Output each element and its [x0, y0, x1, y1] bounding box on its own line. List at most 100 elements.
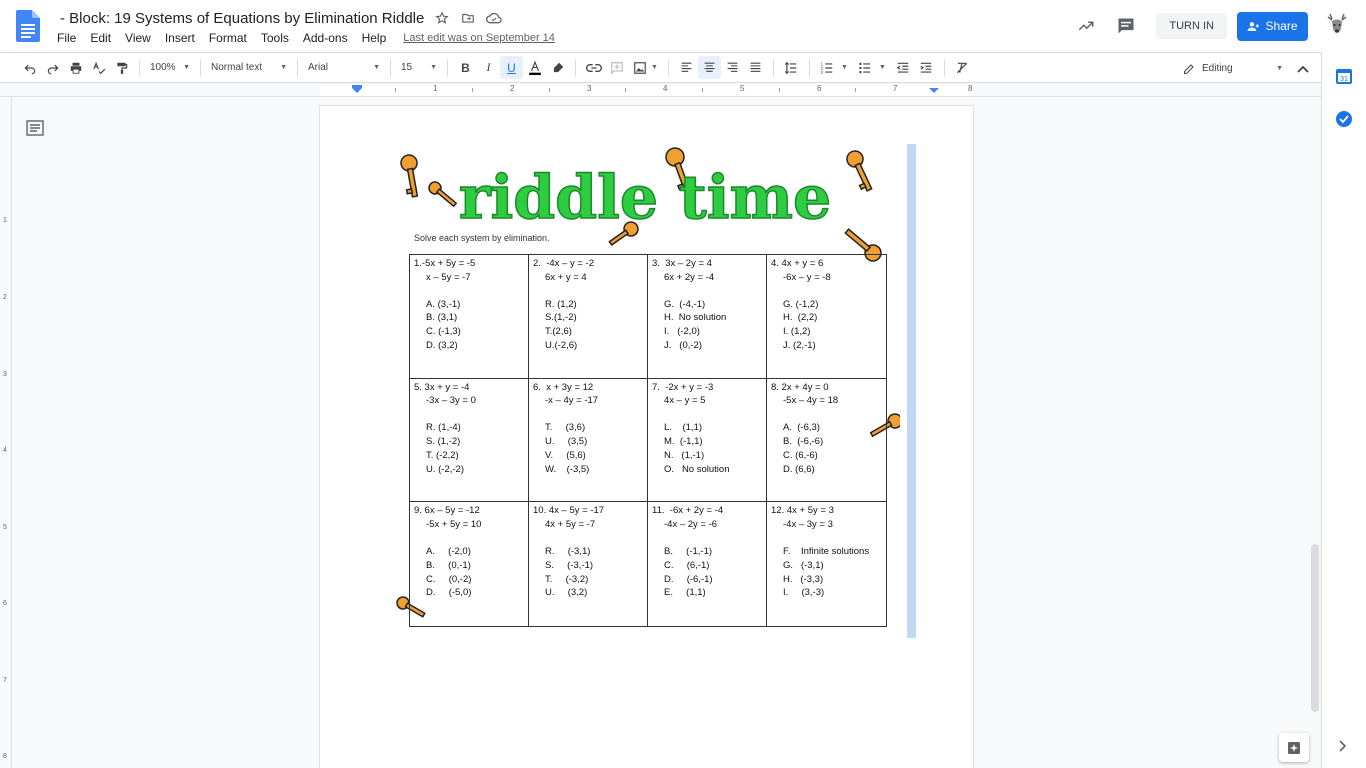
expand-side-panel-icon[interactable]: [1336, 737, 1350, 755]
print-icon[interactable]: [64, 56, 87, 79]
explore-icon: [1288, 741, 1300, 754]
bulleted-list-caret[interactable]: ▼: [879, 64, 886, 71]
document-outline-icon[interactable]: [26, 119, 44, 137]
menu-addons[interactable]: Add-ons: [296, 31, 355, 45]
menu-file[interactable]: File: [50, 31, 83, 45]
align-right-icon[interactable]: [721, 56, 744, 79]
answer-option: H. (-3,3): [783, 573, 824, 585]
zoom-select[interactable]: 100% ▼: [146, 56, 194, 79]
increase-indent-icon[interactable]: [915, 56, 938, 79]
menu-format[interactable]: Format: [202, 31, 254, 45]
user-avatar[interactable]: [1322, 11, 1352, 41]
menu-edit[interactable]: Edit: [83, 31, 118, 45]
menu-view[interactable]: View: [118, 31, 158, 45]
answer-option: H. (2,2): [783, 312, 818, 324]
bulleted-list-icon[interactable]: [854, 56, 877, 79]
clear-formatting-icon[interactable]: [951, 56, 974, 79]
answer-option: A. (-2,0): [426, 545, 471, 557]
add-comment-icon[interactable]: [605, 56, 628, 79]
menu-insert[interactable]: Insert: [158, 31, 202, 45]
calendar-icon[interactable]: 31: [1335, 67, 1353, 85]
answer-option: N. (1,-1): [664, 449, 705, 461]
cloud-saved-icon[interactable]: [486, 10, 503, 26]
numbered-list-icon[interactable]: 123: [816, 56, 839, 79]
spellcheck-icon[interactable]: [87, 56, 110, 79]
numbered-list-caret[interactable]: ▼: [841, 64, 848, 71]
problem-cell: 11. -6x + 2y = -4 -4x – 2y = -6 B. (-1,-1)…: [648, 502, 767, 626]
left-indent-marker-icon[interactable]: [352, 85, 362, 95]
comments-icon[interactable]: [1114, 14, 1138, 38]
menu-help[interactable]: Help: [355, 31, 394, 45]
line-spacing-icon[interactable]: [780, 56, 803, 79]
answer-option: F. Infinite solutions: [783, 545, 870, 557]
problem-cell: 8. 2x + 4y = 0 -5x – 4y = 18 A. (-6,3) B. (…: [767, 379, 886, 503]
problem-cell: 1.-5x + 5y = -5 x – 5y = -7 A. (3,-1) B. (3…: [410, 255, 529, 379]
answer-option: E. (1,1): [664, 587, 706, 599]
answer-options: A. (-2,0) B. (0,-1) C. (0,-2) D. (-5,0): [414, 545, 524, 600]
answer-option: B. (0,-1): [426, 559, 471, 571]
answer-option: W. (-3,5): [545, 463, 590, 475]
paint-format-icon[interactable]: [110, 56, 133, 79]
answer-option: T. (3,6): [545, 422, 586, 434]
activity-trend-icon[interactable]: [1074, 14, 1098, 38]
problem-cell: 6. x + 3y = 12 -x – 4y = -17 T. (3,6) U. (3…: [529, 378, 648, 503]
align-justify-icon[interactable]: [744, 56, 767, 79]
star-icon[interactable]: [434, 10, 450, 26]
bold-icon[interactable]: B: [454, 56, 477, 79]
answer-options: F. Infinite solutions G. (-3,1) H. (-3,3) I…: [771, 545, 882, 600]
answer-option: D. (3,2): [426, 339, 458, 351]
equation-1: 11. -6x + 2y = -4: [652, 505, 724, 517]
editor-toolbar: 100% ▼ Normal text ▼ Arial ▼ 15 ▼ B I U ▼ 12…: [0, 52, 1321, 83]
collapse-menus-icon[interactable]: [1293, 57, 1313, 80]
move-folder-icon[interactable]: [460, 10, 476, 26]
equation-2: 4x + 5y = -7: [545, 519, 596, 531]
text-color-icon[interactable]: [523, 56, 546, 79]
vertical-ruler[interactable]: 1 2 3 4 5 6 7 8: [0, 97, 12, 768]
editing-mode-select[interactable]: Editing ▼: [1183, 57, 1283, 80]
style-select[interactable]: Normal text ▼: [207, 56, 291, 79]
insert-image-icon[interactable]: [628, 56, 651, 79]
pencil-icon: [1184, 63, 1194, 74]
font-size-select[interactable]: 15 ▼: [397, 56, 441, 79]
image-options-caret[interactable]: ▼: [651, 64, 658, 71]
answer-options: A. (3,-1) B. (3,1) C. (-1,3) D. (3,2): [414, 298, 524, 353]
tasks-icon[interactable]: [1335, 110, 1353, 128]
right-indent-marker-icon[interactable]: [929, 85, 939, 95]
explore-button[interactable]: [1279, 733, 1309, 762]
vertical-scrollbar[interactable]: [1311, 544, 1319, 712]
equation-2: -6x – y = -8: [783, 271, 831, 283]
equation-1: 6. x + 3y = 12: [533, 381, 594, 393]
redo-icon[interactable]: [41, 56, 64, 79]
font-select[interactable]: Arial ▼: [304, 56, 384, 79]
italic-icon[interactable]: I: [477, 56, 500, 79]
highlight-icon[interactable]: [546, 56, 569, 79]
equation-2: 6x + 2y = -4: [664, 271, 715, 283]
decrease-indent-icon[interactable]: [892, 56, 915, 79]
svg-text:31: 31: [1340, 76, 1348, 83]
equation-1: 8. 2x + 4y = 0: [771, 381, 829, 393]
align-left-icon[interactable]: [675, 56, 698, 79]
equation-1: 10. 4x – 5y = -17: [533, 505, 605, 517]
answer-option: I. (3,-3): [783, 587, 825, 599]
answer-option: I. (-2,0): [664, 326, 700, 338]
answer-options: G. (-4,-1) H. No solution I. (-2,0) J. (0,-…: [652, 298, 762, 353]
last-edit-link[interactable]: Last edit was on September 14: [403, 32, 555, 44]
google-docs-app: - Block: 19 Systems of Equations by Elim…: [0, 0, 1366, 768]
answer-option: H. No solution: [664, 312, 727, 324]
equation-2: -3x – 3y = 0: [426, 395, 476, 407]
undo-icon[interactable]: [18, 56, 41, 79]
equation-1: 1.-5x + 5y = -5: [414, 258, 476, 269]
answer-option: R. (1,-4): [426, 422, 461, 434]
answer-options: T. (3,6) U. (3,5) V. (5,6) W. (-3,5): [533, 421, 643, 476]
answer-option: C. (0,-2): [426, 573, 472, 585]
document-title[interactable]: - Block: 19 Systems of Equations by Elim…: [60, 10, 424, 27]
equation-1: 3. 3x – 2y = 4: [652, 258, 712, 269]
turn-in-button[interactable]: TURN IN: [1156, 13, 1227, 39]
menu-tools[interactable]: Tools: [254, 31, 296, 45]
link-icon[interactable]: [582, 56, 605, 79]
align-center-icon[interactable]: [697, 56, 721, 79]
horizontal-ruler[interactable]: 1 2 3 4 5 6 7 8: [0, 84, 1321, 97]
underline-icon[interactable]: U: [500, 56, 523, 79]
share-button[interactable]: Share: [1237, 11, 1308, 41]
docs-logo-icon[interactable]: [16, 10, 40, 42]
